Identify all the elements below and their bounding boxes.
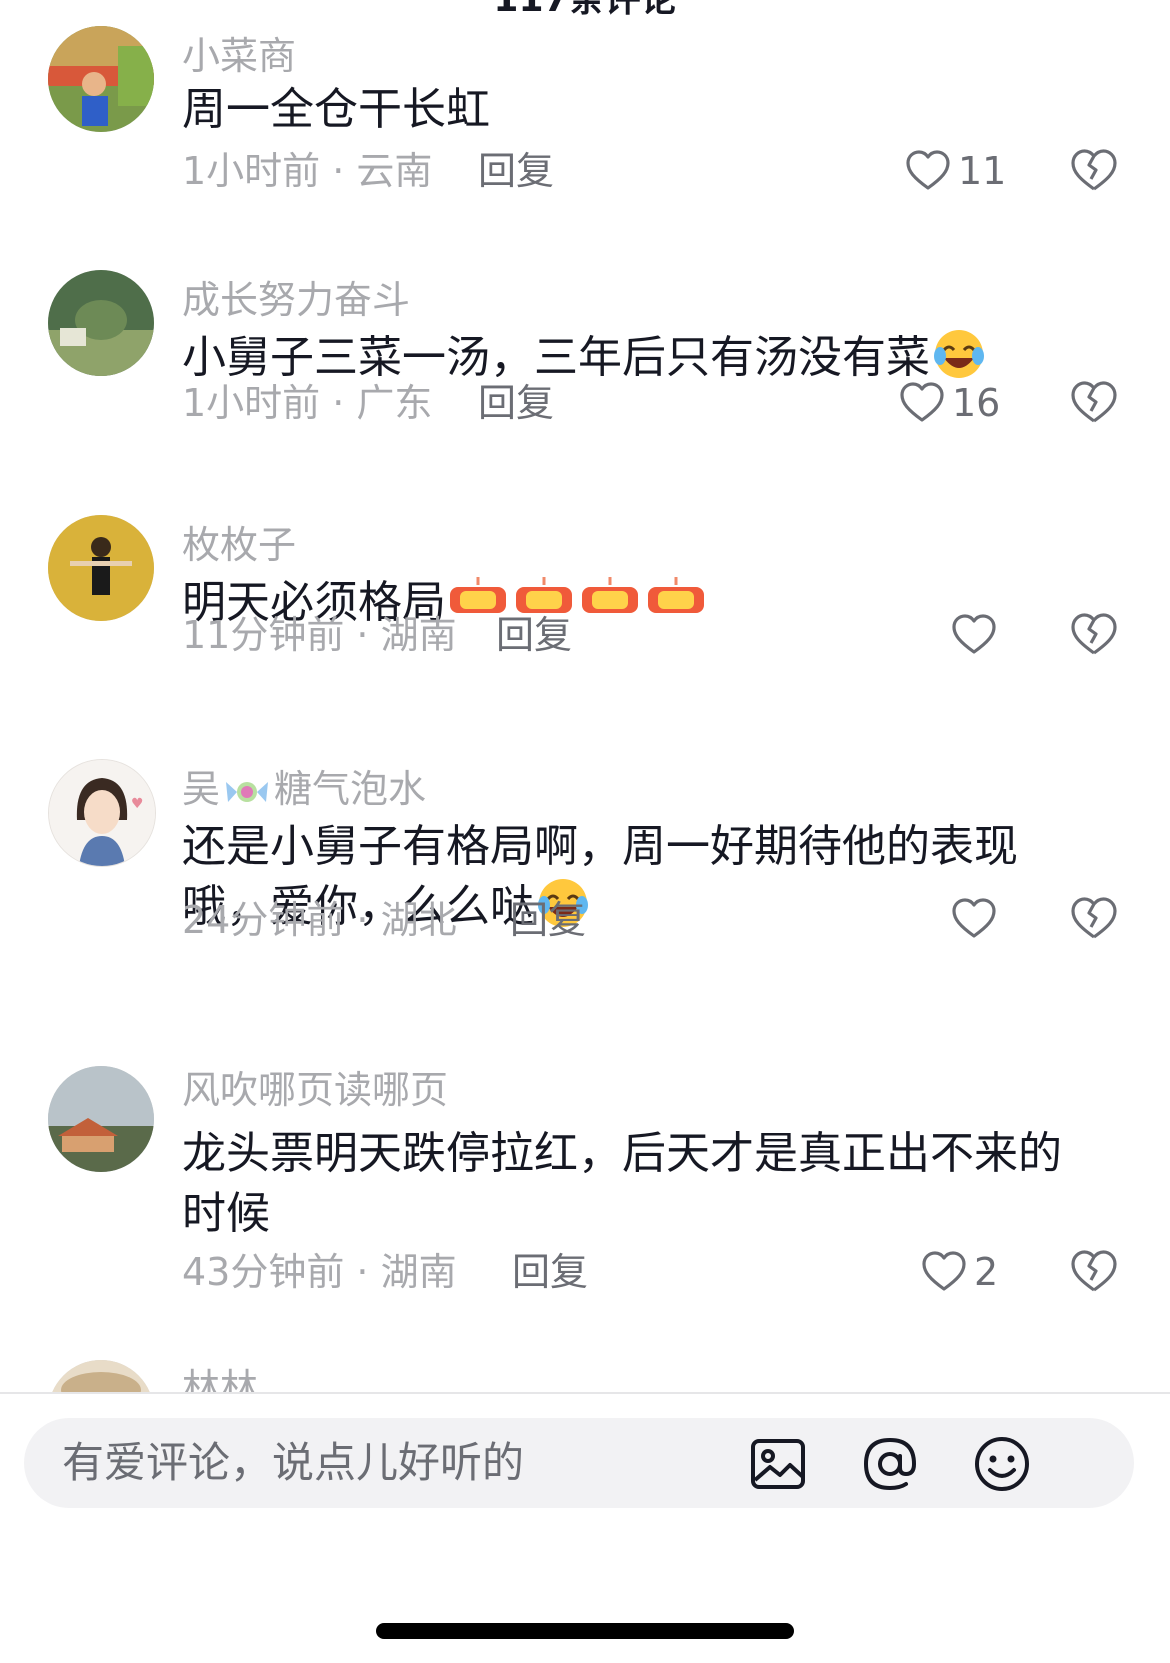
avatar[interactable] bbox=[48, 1360, 154, 1392]
like-button[interactable] bbox=[950, 893, 998, 945]
heart-icon bbox=[906, 150, 950, 190]
comment-text: 周一全仓干长虹 bbox=[182, 84, 490, 135]
username[interactable]: 枚枚子 bbox=[182, 521, 296, 569]
comment-list[interactable]: 小菜商 周一全仓干长虹 1小时前 · 云南 回复 11 成长努力奋斗 小舅子三菜… bbox=[0, 0, 1170, 1392]
broken-heart-icon[interactable] bbox=[1068, 377, 1120, 429]
heart-icon bbox=[952, 614, 996, 654]
broken-heart-icon[interactable] bbox=[1068, 893, 1120, 945]
comment-meta: 24分钟前 · 湖北 bbox=[182, 898, 457, 942]
image-icon[interactable] bbox=[748, 1434, 808, 1494]
firecracker-emoji bbox=[446, 573, 710, 641]
reply-button[interactable]: 回复 bbox=[510, 896, 586, 944]
reply-button[interactable]: 回复 bbox=[512, 1248, 588, 1296]
comment-meta: 11分钟前 · 湖南 bbox=[182, 613, 457, 657]
comment-meta: 43分钟前 · 湖南 bbox=[182, 1250, 457, 1294]
like-button[interactable] bbox=[950, 609, 998, 661]
comment-meta: 1小时前 · 云南 bbox=[182, 149, 433, 193]
candy-emoji bbox=[220, 773, 274, 821]
svg-text:♥: ♥ bbox=[131, 796, 144, 812]
broken-heart-icon[interactable] bbox=[1068, 1246, 1120, 1298]
comment-text: 龙头票明天跌停拉红，后天才是真正出不来的时候 bbox=[182, 1128, 1062, 1239]
like-count: 2 bbox=[974, 1250, 999, 1294]
emoji-icon[interactable] bbox=[972, 1434, 1032, 1494]
comment-input-placeholder[interactable]: 有爱评论，说点儿好听的 bbox=[62, 1438, 524, 1488]
at-icon[interactable] bbox=[860, 1434, 920, 1494]
like-count: 16 bbox=[952, 381, 1001, 425]
comment-meta: 1小时前 · 广东 bbox=[182, 381, 433, 425]
like-button[interactable]: 16 bbox=[898, 377, 1000, 429]
like-button[interactable]: 11 bbox=[904, 145, 1006, 197]
reply-button[interactable]: 回复 bbox=[496, 611, 572, 659]
username[interactable]: 林林 bbox=[182, 1364, 258, 1392]
home-indicator[interactable] bbox=[376, 1623, 794, 1639]
username[interactable]: 小菜商 bbox=[182, 32, 296, 80]
reply-button[interactable]: 回复 bbox=[478, 379, 554, 427]
avatar[interactable] bbox=[48, 26, 154, 132]
broken-heart-icon[interactable] bbox=[1068, 609, 1120, 661]
heart-icon bbox=[900, 382, 944, 422]
like-count: 11 bbox=[958, 149, 1007, 193]
avatar[interactable] bbox=[48, 1066, 154, 1172]
avatar[interactable] bbox=[48, 270, 154, 376]
reply-button[interactable]: 回复 bbox=[478, 147, 554, 195]
username[interactable]: 成长努力奋斗 bbox=[182, 276, 410, 324]
avatar[interactable]: ♥ bbox=[48, 759, 156, 867]
avatar[interactable] bbox=[48, 515, 154, 621]
username[interactable]: 吴糖气泡水 bbox=[182, 765, 426, 821]
heart-icon bbox=[922, 1251, 966, 1291]
comment-input-bar[interactable]: 有爱评论，说点儿好听的 bbox=[24, 1418, 1134, 1508]
broken-heart-icon[interactable] bbox=[1068, 145, 1120, 197]
like-button[interactable]: 2 bbox=[920, 1246, 998, 1298]
heart-icon bbox=[952, 898, 996, 938]
divider bbox=[0, 1392, 1170, 1394]
username[interactable]: 风吹哪页读哪页 bbox=[182, 1066, 448, 1114]
